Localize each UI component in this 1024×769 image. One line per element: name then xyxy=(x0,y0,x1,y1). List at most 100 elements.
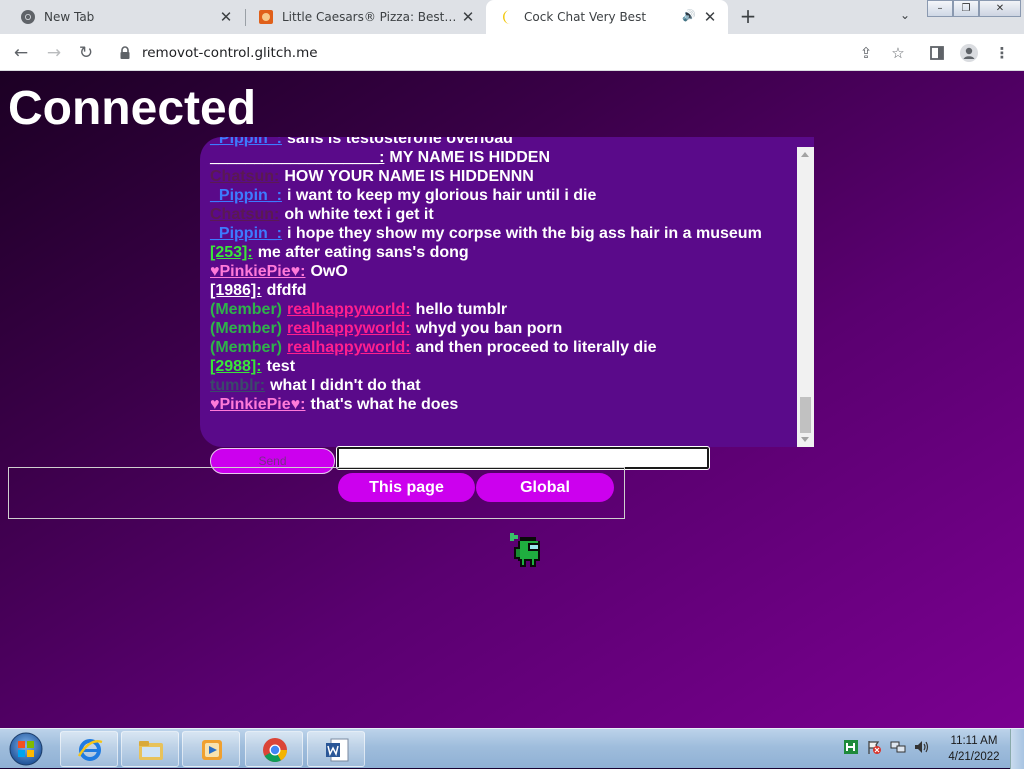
chat-message-text: OwO xyxy=(310,263,348,280)
tab-little-caesars[interactable]: Little Caesars® Pizza: Best Value ✕ xyxy=(238,0,486,34)
taskbar-app-word[interactable] xyxy=(307,731,365,767)
chat-username[interactable]: realhappyworld: xyxy=(287,339,411,356)
system-clock[interactable]: 11:11 AM 4/21/2022 xyxy=(944,733,1004,765)
internet-explorer-icon xyxy=(77,739,103,761)
word-icon xyxy=(326,738,349,762)
chat-username[interactable]: _Pippin_: xyxy=(210,225,282,242)
profile-avatar-icon[interactable] xyxy=(957,41,981,65)
chat-message-text: hello tumblr xyxy=(415,301,508,318)
chrome-icon xyxy=(263,738,287,763)
member-prefix: (Member) xyxy=(210,339,283,356)
chat-message-text: dfdfd xyxy=(266,282,307,299)
chat-message: ♥PinkiePie♥: OwO xyxy=(210,262,795,281)
bookmark-star-icon[interactable]: ☆ xyxy=(886,41,910,65)
this-page-button[interactable]: This page xyxy=(338,473,475,502)
windows-taskbar: 11:11 AM 4/21/2022 xyxy=(0,728,1024,769)
chat-message: [253]: me after eating sans's dong xyxy=(210,243,795,262)
crescent-moon-icon xyxy=(500,9,516,25)
chat-username[interactable]: _Pippin_: xyxy=(210,137,282,147)
chat-message-text: HOW YOUR NAME IS HIDDENNN xyxy=(284,168,534,185)
chat-username[interactable]: ♥PinkiePie♥: xyxy=(210,396,305,413)
chat-username[interactable]: [1986]: xyxy=(210,282,262,299)
chat-message: _Pippin_: i want to keep my glorious hair… xyxy=(210,186,795,205)
volume-icon[interactable] xyxy=(913,739,929,755)
chat-message: ♥PinkiePie♥: that's what he does xyxy=(210,395,795,414)
chat-message: (Member) realhappyworld: and then proceed … xyxy=(210,338,795,357)
back-button[interactable]: ← xyxy=(9,41,33,65)
scrollbar-thumb[interactable] xyxy=(800,397,811,433)
action-center-flag-icon[interactable] xyxy=(866,739,882,755)
chat-username[interactable]: realhappyworld: xyxy=(287,320,411,337)
close-tab-icon[interactable]: ✕ xyxy=(218,9,234,25)
tab-cock-chat[interactable]: Cock Chat Very Best 🔊 ✕ xyxy=(486,0,728,34)
windows-start-orb-icon[interactable] xyxy=(6,731,46,767)
tab-title: New Tab xyxy=(44,10,95,24)
chat-message-text: oh white text i get it xyxy=(284,206,434,223)
chat-message-text: i hope they show my corpse with the big … xyxy=(287,225,762,242)
chat-message: (Member) realhappyworld: whyd you ban porn xyxy=(210,319,795,338)
forward-button[interactable]: → xyxy=(42,41,66,65)
chat-message-text: MY NAME IS HIDDEN xyxy=(389,149,551,166)
chat-username[interactable]: [2988]: xyxy=(210,358,262,375)
reload-button[interactable]: ↻ xyxy=(74,41,98,65)
chat-message: _Pippin_: i hope they show my corpse with… xyxy=(210,224,795,243)
folder-icon xyxy=(139,741,163,760)
taskbar-app-internet-explorer[interactable] xyxy=(60,731,118,767)
chat-messages: _Pippin_: sans is testosterone overload __… xyxy=(210,137,795,414)
chat-username[interactable]: realhappyworld: xyxy=(287,301,411,318)
chat-message-text: test xyxy=(266,358,296,375)
browser-tab-bar: New Tab ✕ Little Caesars® Pizza: Best Va… xyxy=(0,0,1024,34)
chat-message: tumblr: what I didn't do that xyxy=(210,376,795,395)
chat-scrollbar[interactable] xyxy=(797,147,814,447)
close-tab-icon[interactable]: ✕ xyxy=(460,9,476,25)
side-panel-icon[interactable] xyxy=(925,41,949,65)
new-tab-button[interactable]: + xyxy=(737,6,759,28)
chat-username[interactable]: tumblr: xyxy=(210,377,265,394)
scroll-down-arrow-icon[interactable] xyxy=(801,437,809,442)
chat-message: _Pippin_: sans is testosterone overload xyxy=(210,137,795,148)
share-icon[interactable]: ⇪ xyxy=(854,41,878,65)
green-crewmate-cursor-icon xyxy=(510,533,540,567)
taskbar-app-chrome[interactable] xyxy=(245,731,303,767)
close-window-button[interactable]: ✕ xyxy=(979,0,1021,17)
tab-new-tab[interactable]: New Tab ✕ xyxy=(0,0,244,34)
show-desktop-button[interactable] xyxy=(1010,729,1024,769)
menu-kebab-icon[interactable]: ⋮ xyxy=(990,41,1014,65)
chat-log-panel[interactable]: _Pippin_: sans is testosterone overload __… xyxy=(200,137,814,447)
audio-playing-icon[interactable]: 🔊 xyxy=(682,9,696,22)
restore-button[interactable]: ❐ xyxy=(953,0,979,17)
tab-title: Cock Chat Very Best xyxy=(524,10,647,24)
chat-username[interactable]: _Pippin_: xyxy=(210,187,282,204)
chat-message: [1986]: dfdfd xyxy=(210,281,795,300)
taskbar-app-file-explorer[interactable] xyxy=(121,731,179,767)
close-tab-icon[interactable]: ✕ xyxy=(702,9,718,25)
tray-app-icon[interactable] xyxy=(843,739,859,755)
chat-message: Chatsun: oh white text i get it xyxy=(210,205,795,224)
little-caesars-icon xyxy=(258,9,274,25)
tab-title: Little Caesars® Pizza: Best Value xyxy=(282,10,458,24)
chat-username[interactable]: [253]: xyxy=(210,244,253,261)
chat-username[interactable]: Chatsun: xyxy=(210,206,279,223)
network-icon[interactable] xyxy=(890,739,906,755)
chat-username[interactable]: Chatsun: xyxy=(210,168,279,185)
media-player-icon xyxy=(202,740,222,760)
minimize-button[interactable]: – xyxy=(927,0,953,17)
chat-message-text: whyd you ban porn xyxy=(415,320,563,337)
lock-icon xyxy=(120,46,130,59)
chat-username[interactable]: ___________________: xyxy=(210,149,384,166)
message-input[interactable] xyxy=(336,446,710,470)
member-prefix: (Member) xyxy=(210,301,283,318)
scroll-up-arrow-icon[interactable] xyxy=(801,152,809,157)
chat-username[interactable]: ♥PinkiePie♥: xyxy=(210,263,305,280)
tab-search-chevron-icon[interactable]: ⌄ xyxy=(896,8,914,26)
chat-message-text: me after eating sans's dong xyxy=(257,244,469,261)
chat-message-text: what I didn't do that xyxy=(270,377,421,394)
chat-message-text: i want to keep my glorious hair until i … xyxy=(287,187,597,204)
chrome-icon xyxy=(20,9,36,25)
taskbar-app-media-player[interactable] xyxy=(182,731,240,767)
global-button[interactable]: Global xyxy=(476,473,614,502)
window-controls: – ❐ ✕ xyxy=(927,0,1021,18)
chat-message: Chatsun: HOW YOUR NAME IS HIDDENNN xyxy=(210,167,795,186)
member-prefix: (Member) xyxy=(210,320,283,337)
address-bar[interactable]: removot-control.glitch.me xyxy=(110,39,918,67)
